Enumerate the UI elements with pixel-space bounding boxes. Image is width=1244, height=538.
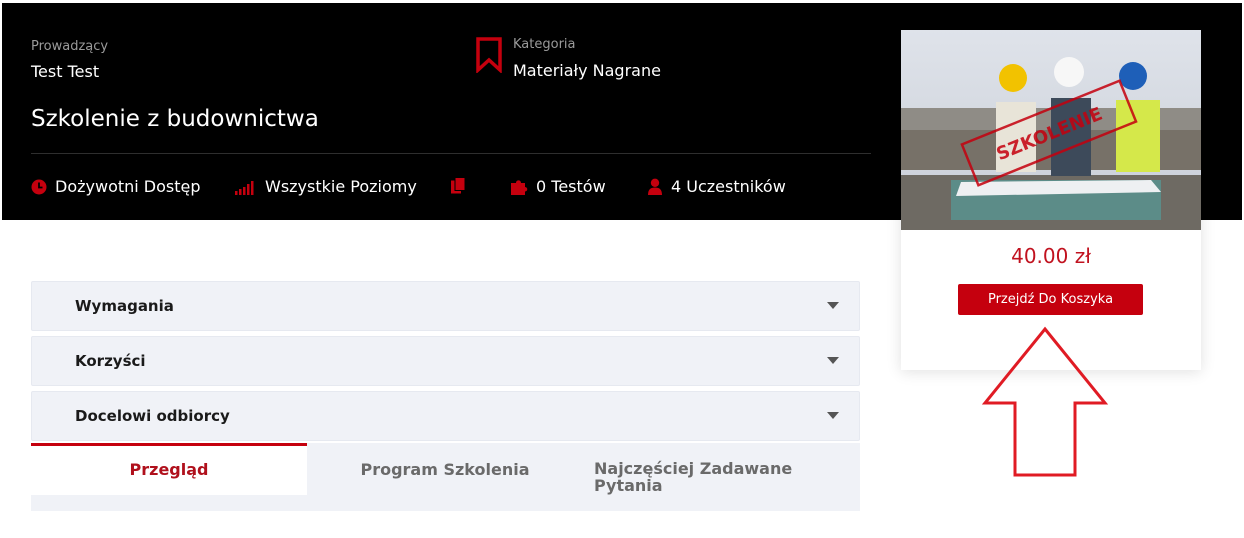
- accordion-requirements[interactable]: Wymagania: [31, 281, 860, 331]
- course-price: 40.00 zł: [1011, 244, 1091, 268]
- tab-overview[interactable]: Przegląd: [31, 443, 307, 495]
- meta-access: Dożywotni Dostęp: [31, 177, 201, 196]
- accordion-requirements-label: Wymagania: [75, 297, 174, 315]
- accordion-benefits-label: Korzyści: [75, 352, 146, 370]
- course-image[interactable]: SZKOLENIE: [901, 30, 1201, 230]
- puzzle-icon: [511, 180, 528, 195]
- copy-icon: [451, 177, 466, 194]
- category-label: Kategoria: [513, 37, 576, 52]
- meta-access-label: Dożywotni Dostęp: [55, 177, 201, 196]
- course-title: Szkolenie z budownictwa: [31, 106, 319, 132]
- header-divider: [31, 153, 871, 154]
- category-value[interactable]: Materiały Nagrane: [513, 61, 661, 80]
- meta-files: [450, 177, 474, 194]
- tab-faq-label: Najczęściej Zadawane Pytania: [594, 459, 793, 495]
- instructor-name[interactable]: Test Test: [31, 62, 99, 81]
- accordion-target-audience-label: Docelowi odbiorcy: [75, 407, 230, 425]
- tab-program[interactable]: Program Szkolenia: [307, 443, 583, 495]
- meta-participants: 4 Uczestników: [647, 177, 786, 196]
- accordion-target-audience[interactable]: Docelowi odbiorcy: [31, 391, 860, 441]
- caret-down-icon: [827, 412, 839, 419]
- meta-participants-label: 4 Uczestników: [671, 177, 786, 196]
- user-icon: [648, 178, 662, 195]
- tab-faq[interactable]: Najczęściej Zadawane Pytania: [594, 443, 824, 495]
- go-to-cart-button[interactable]: Przejdź Do Koszyka: [958, 284, 1143, 315]
- up-arrow-annotation: [981, 326, 1109, 477]
- course-card: SZKOLENIE 40.00 zł Przejdź Do Koszyka: [901, 30, 1201, 370]
- meta-tests-label: 0 Testów: [536, 177, 606, 196]
- signal-bars-icon: [235, 180, 254, 195]
- bookmark-icon: [476, 37, 502, 73]
- meta-tests: 0 Testów: [510, 177, 606, 196]
- meta-levels-label: Wszystkie Poziomy: [265, 177, 417, 196]
- caret-down-icon: [827, 302, 839, 309]
- caret-down-icon: [827, 357, 839, 364]
- tab-program-label: Program Szkolenia: [360, 460, 530, 479]
- meta-levels: Wszystkie Poziomy: [235, 177, 417, 196]
- clock-icon: [31, 179, 47, 194]
- course-tabs: Przegląd Program Szkolenia Najczęściej Z…: [31, 443, 860, 511]
- accordion-benefits[interactable]: Korzyści: [31, 336, 860, 386]
- instructor-label: Prowadzący: [31, 39, 109, 54]
- tab-overview-label: Przegląd: [129, 460, 209, 479]
